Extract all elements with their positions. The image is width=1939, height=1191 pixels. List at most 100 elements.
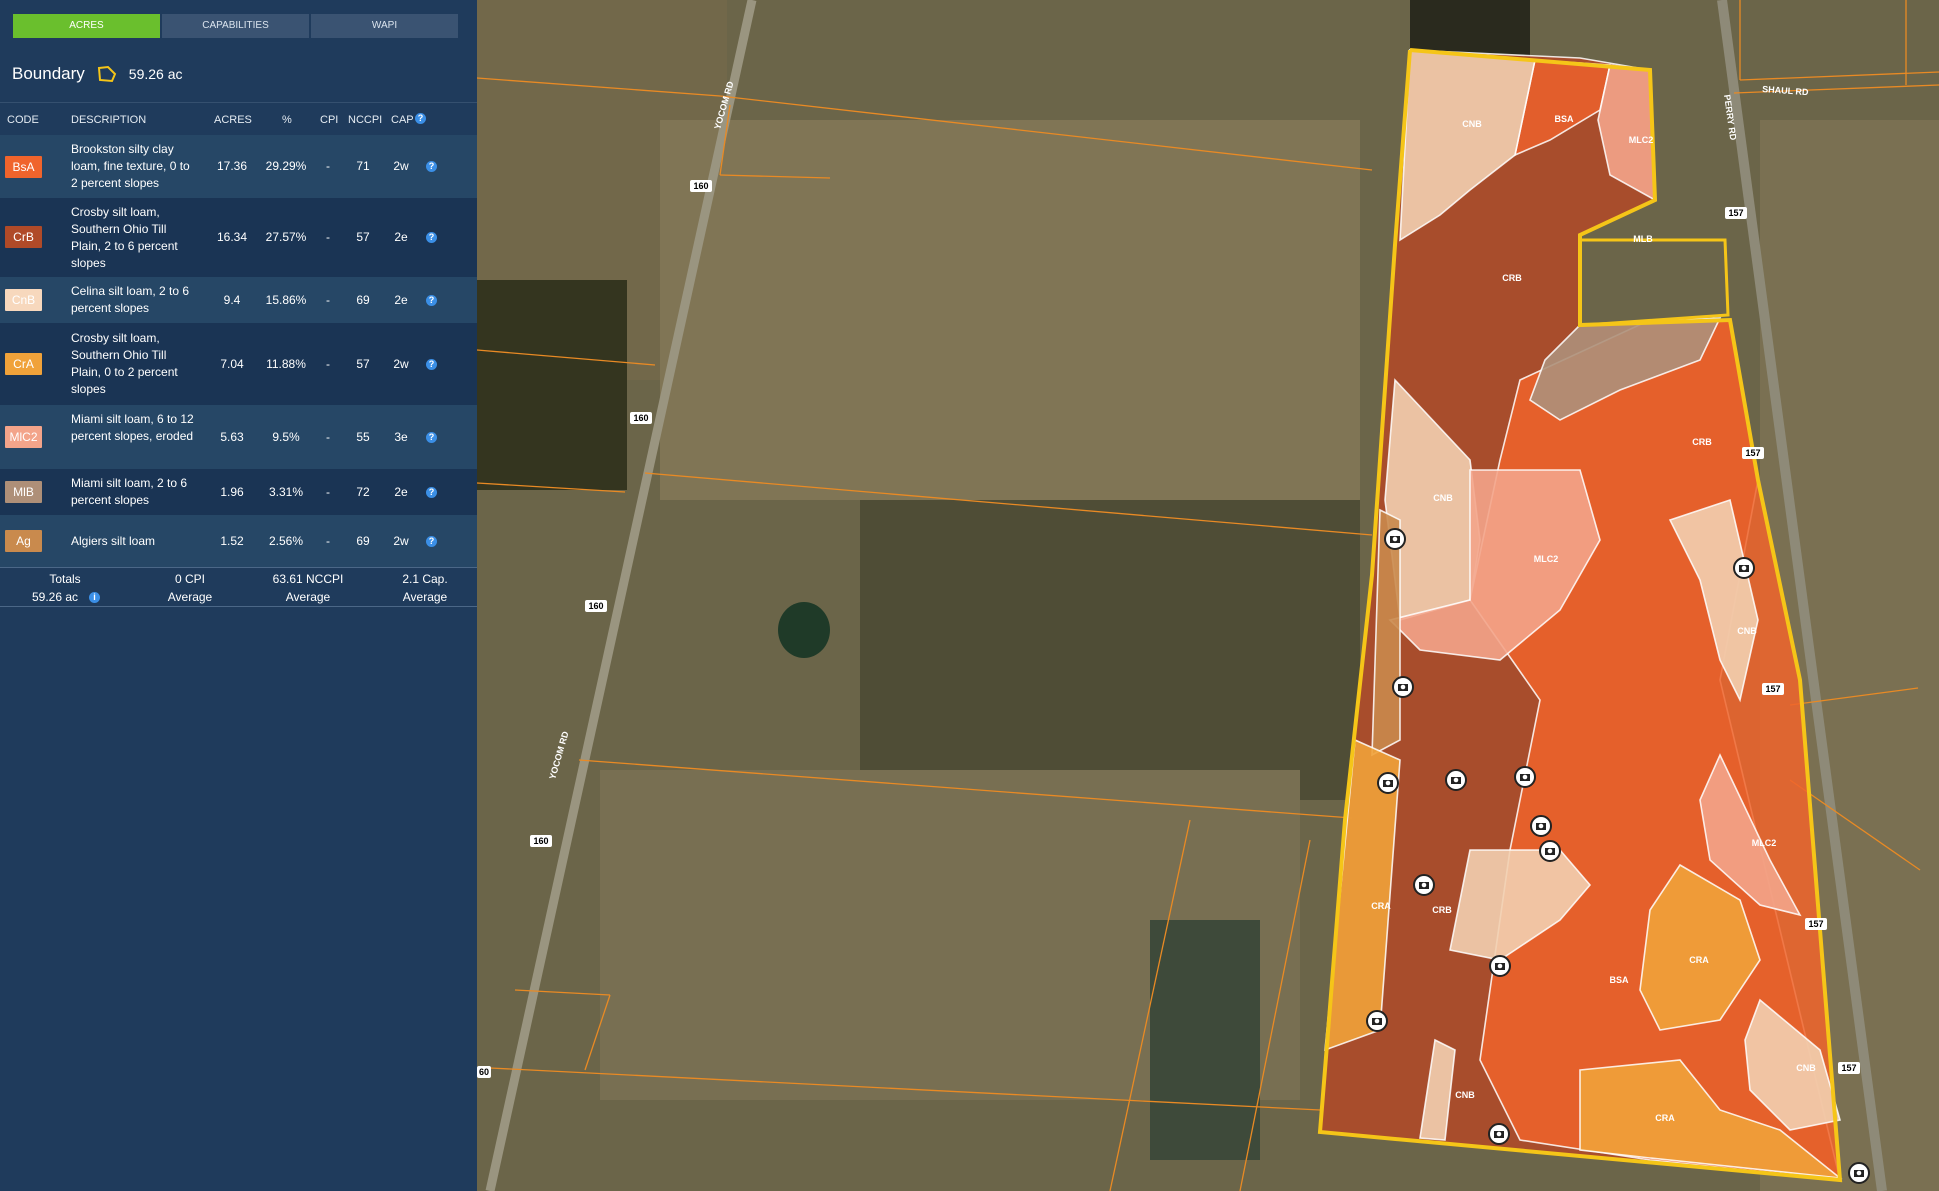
soil-percent: 2.56% [268, 534, 304, 548]
field-area [860, 500, 1360, 800]
camera-icon[interactable] [1384, 528, 1406, 550]
soil-acres: 1.52 [220, 534, 244, 548]
soil-label: CRB [1692, 437, 1712, 447]
soil-info-icon[interactable]: ? [426, 295, 437, 306]
soil-description: Celina silt loam, 2 to 6 percent slopes [71, 284, 190, 315]
soil-info-icon[interactable]: ? [426, 432, 437, 443]
soil-info-icon[interactable]: ? [426, 232, 437, 243]
totals-acres: 59.26 ac [31, 590, 79, 604]
tab-acres[interactable]: ACRES [13, 14, 160, 38]
soil-acres: 7.04 [220, 357, 244, 371]
camera-icon[interactable] [1848, 1162, 1870, 1184]
route-shield: 60 [479, 1067, 489, 1077]
soil-cpi: - [326, 534, 330, 548]
soil-percent: 9.5% [272, 430, 300, 444]
soil-info-icon[interactable]: ? [426, 536, 437, 547]
soil-description: Crosby silt loam, Southern Ohio Till Pla… [71, 205, 178, 270]
boundary-title: Boundary [12, 64, 85, 83]
soil-acres: 1.96 [220, 485, 244, 499]
soil-info-icon[interactable]: ? [426, 359, 437, 370]
col-header-description[interactable]: DESCRIPTION [71, 114, 146, 126]
totals-cap-sub: Average [402, 590, 448, 604]
route-shield: 160 [693, 181, 708, 191]
soil-acres: 5.63 [220, 430, 244, 444]
soil-code-badge: CnB [5, 289, 42, 311]
soil-code-badge: Ag [5, 530, 42, 552]
route-shield: 157 [1728, 208, 1743, 218]
soil-code-badge: CrA [5, 353, 42, 375]
divider [0, 567, 477, 568]
soil-label: CNB [1455, 1090, 1475, 1100]
camera-icon[interactable] [1413, 874, 1435, 896]
camera-icon[interactable] [1488, 1123, 1510, 1145]
col-header-nccpi[interactable]: NCCPI [348, 114, 382, 126]
soil-label: MLC2 [1752, 838, 1777, 848]
table-row[interactable]: Ag Algiers silt loam 1.52 2.56% - 69 2w … [0, 515, 477, 567]
soil-label: MLC2 [1534, 554, 1559, 564]
table-row[interactable]: CnB Celina silt loam, 2 to 6 percent slo… [0, 277, 477, 323]
col-header-cap[interactable]: CAP [391, 114, 414, 126]
camera-icon[interactable] [1366, 1010, 1388, 1032]
soil-percent: 11.88% [266, 357, 306, 371]
tab-capabilities[interactable]: CAPABILITIES [162, 14, 309, 38]
divider [0, 102, 477, 103]
col-header-acres[interactable]: ACRES [214, 114, 252, 126]
cap-info-icon[interactable]: ? [415, 113, 426, 124]
polygon-boundary-icon[interactable] [97, 65, 117, 83]
soil-cpi: - [326, 357, 330, 371]
col-header-percent[interactable]: % [282, 114, 292, 126]
soil-info-icon[interactable]: ? [426, 161, 437, 172]
route-shield: 160 [533, 836, 548, 846]
soil-acres: 17.36 [216, 159, 248, 173]
totals-cpi-sub: Average [167, 590, 213, 604]
soil-cpi: - [326, 485, 330, 499]
table-row[interactable]: CrA Crosby silt loam, Southern Ohio Till… [0, 323, 477, 405]
soil-nccpi: 57 [356, 230, 370, 244]
soil-percent: 27.57% [265, 230, 307, 244]
soil-label: CNB [1737, 626, 1757, 636]
totals-nccpi-sub: Average [285, 590, 331, 604]
soil-description: Brookston silty clay loam, fine texture,… [71, 142, 190, 190]
col-header-code[interactable]: CODE [7, 114, 39, 126]
soil-label: CNB [1462, 119, 1482, 129]
camera-icon[interactable] [1489, 955, 1511, 977]
soil-description: Miami silt loam, 2 to 6 percent slopes [71, 476, 188, 507]
camera-icon[interactable] [1539, 840, 1561, 862]
soil-info-icon[interactable]: ? [426, 487, 437, 498]
camera-icon[interactable] [1377, 772, 1399, 794]
camera-icon[interactable] [1392, 676, 1414, 698]
col-header-cpi[interactable]: CPI [320, 114, 338, 126]
soil-acres: 16.34 [216, 230, 248, 244]
soil-code-badge: MlB [5, 481, 42, 503]
table-row[interactable]: CrB Crosby silt loam, Southern Ohio Till… [0, 198, 477, 277]
camera-icon[interactable] [1514, 766, 1536, 788]
soil-cpi: - [326, 230, 330, 244]
satellite-map[interactable]: 160 160 160 160 157 157 157 157 157 60 Y… [477, 0, 1939, 1191]
totals-cpi: 0 CPI [174, 572, 205, 586]
soil-cap: 3e [394, 430, 408, 444]
soil-label: CRB [1432, 905, 1452, 915]
soil-cpi: - [326, 159, 330, 173]
map-canvas[interactable]: 160 160 160 160 157 157 157 157 157 60 Y… [477, 0, 1939, 1191]
tab-wapi[interactable]: WAPI [311, 14, 458, 38]
camera-icon[interactable] [1530, 815, 1552, 837]
camera-icon[interactable] [1733, 557, 1755, 579]
soil-cpi: - [326, 430, 330, 444]
camera-icon[interactable] [1445, 769, 1467, 791]
soil-label: CRB [1502, 273, 1522, 283]
table-row[interactable]: BsA Brookston silty clay loam, fine text… [0, 135, 477, 198]
soil-label: CNB [1796, 1063, 1816, 1073]
route-shield: 160 [633, 413, 648, 423]
soil-code-badge: BsA [5, 156, 42, 178]
soil-percent: 3.31% [268, 485, 304, 499]
route-shield: 157 [1765, 684, 1780, 694]
route-shield: 157 [1745, 448, 1760, 458]
table-row[interactable]: MlC2 Miami silt loam, 6 to 12 percent sl… [0, 405, 477, 469]
totals-info-icon[interactable]: i [89, 592, 100, 603]
soil-nccpi: 57 [356, 357, 370, 371]
table-row[interactable]: MlB Miami silt loam, 2 to 6 percent slop… [0, 469, 477, 515]
soil-percent: 15.86% [265, 293, 307, 307]
soil-label: BSA [1554, 114, 1574, 124]
boundary-header: Boundary 59.26 ac [12, 64, 183, 84]
soil-code-badge: MlC2 [5, 426, 42, 448]
